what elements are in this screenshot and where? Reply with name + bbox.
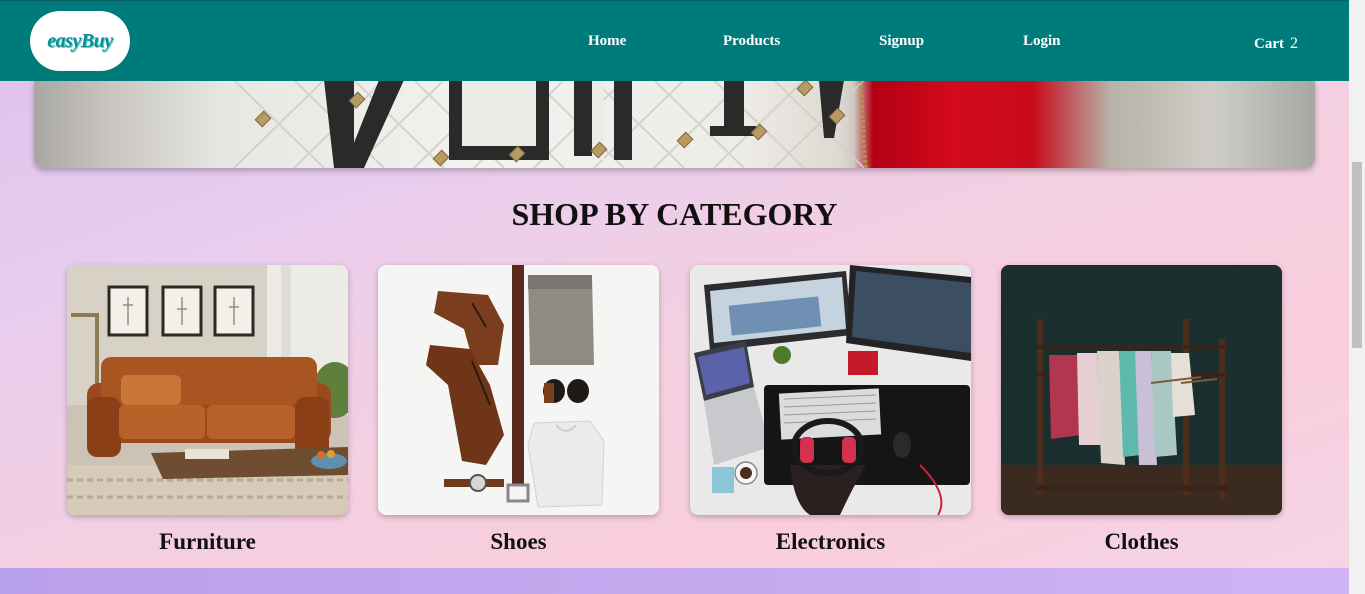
- hero-banner: [34, 80, 1315, 168]
- nav-link-login[interactable]: Login: [1023, 33, 1061, 50]
- logo-text: easyBuy: [47, 29, 113, 52]
- navbar: easyBuy Home Products Signup Login Cart 2: [0, 0, 1349, 81]
- nav-link-products[interactable]: Products: [723, 33, 780, 50]
- page-scrollbar[interactable]: [1349, 0, 1365, 594]
- category-label-shoes: Shoes: [490, 529, 547, 554]
- category-card-electronics[interactable]: Electronics: [690, 265, 971, 555]
- hero-banner-image: [233, 80, 868, 168]
- cart-link[interactable]: Cart 2: [1254, 35, 1298, 53]
- category-image-clothes[interactable]: [1001, 265, 1282, 515]
- logo[interactable]: easyBuy: [30, 11, 130, 71]
- category-label-electronics: Electronics: [775, 529, 886, 554]
- footer-section: [0, 568, 1349, 594]
- category-card-clothes[interactable]: Clothes: [1001, 265, 1282, 555]
- category-image-electronics[interactable]: [690, 265, 971, 515]
- cart-count-badge: 2: [1290, 35, 1298, 52]
- section-title: SHOP BY CATEGORY: [511, 196, 838, 232]
- category-image-furniture[interactable]: [67, 265, 348, 515]
- category-card-shoes[interactable]: Shoes: [378, 265, 659, 555]
- nav-link-signup[interactable]: Signup: [879, 33, 924, 50]
- cart-label: Cart: [1254, 36, 1284, 52]
- scrollbar-thumb[interactable]: [1352, 162, 1362, 348]
- nav-link-home[interactable]: Home: [588, 33, 626, 50]
- category-label-furniture: Furniture: [159, 529, 256, 554]
- category-image-shoes[interactable]: [378, 265, 659, 515]
- category-label-clothes: Clothes: [1104, 529, 1179, 554]
- category-card-furniture[interactable]: Furniture: [67, 265, 348, 555]
